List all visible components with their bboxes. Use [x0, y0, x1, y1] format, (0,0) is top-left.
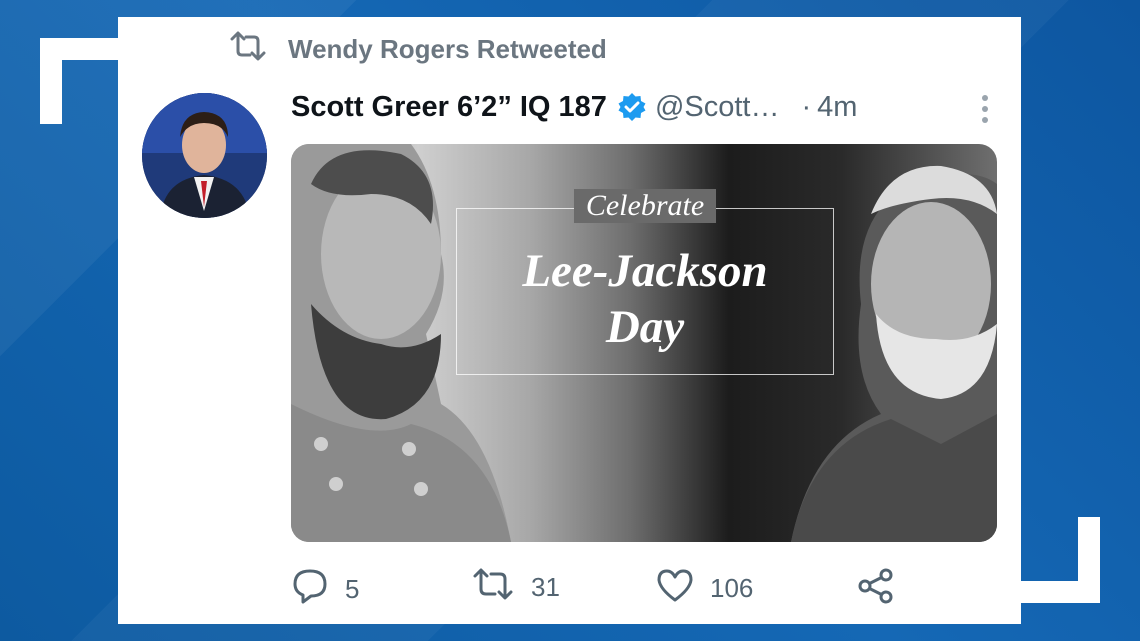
- tweet-media-image[interactable]: Celebrate Lee-Jackson Day: [291, 144, 997, 542]
- heart-icon: [656, 567, 694, 610]
- retweet-context-label[interactable]: Wendy Rogers Retweeted: [288, 34, 607, 65]
- avatar[interactable]: [142, 93, 267, 218]
- more-vertical-icon[interactable]: [979, 93, 991, 130]
- promo-celebrate-text: Celebrate: [573, 189, 717, 223]
- like-button[interactable]: 106: [656, 567, 753, 610]
- reply-icon: [291, 567, 329, 612]
- share-icon: [856, 567, 896, 612]
- tweet-header: Scott Greer 6’2” IQ 187 @Scott… · 4m: [291, 87, 991, 127]
- retweet-context: Wendy Rogers Retweeted: [228, 31, 607, 68]
- promo-title-line-1: Lee-Jackson: [522, 245, 768, 297]
- promo-frame: Celebrate Lee-Jackson Day: [456, 189, 834, 375]
- tweet-card[interactable]: Wendy Rogers Retweeted Scott Greer 6’2” …: [118, 17, 1021, 624]
- frame-corner-top-left: [40, 38, 126, 124]
- reply-count: 5: [345, 574, 360, 604]
- retweet-count: 31: [531, 572, 560, 602]
- retweet-button[interactable]: 31: [471, 567, 560, 608]
- author-handle[interactable]: @Scott…: [655, 91, 780, 124]
- tweet-actions-bar: 5 31 106: [291, 567, 931, 607]
- promo-title-line-2: Day: [605, 301, 685, 353]
- frame-corner-bottom-right: [1014, 517, 1100, 603]
- verified-badge-icon: [617, 92, 647, 122]
- retweet-icon: [228, 31, 268, 68]
- retweet-icon: [471, 567, 515, 608]
- share-button[interactable]: [856, 567, 896, 612]
- tweet-timestamp[interactable]: 4m: [817, 91, 857, 124]
- reply-button[interactable]: 5: [291, 567, 359, 612]
- separator-dot: ·: [801, 90, 812, 123]
- like-count: 106: [710, 573, 754, 603]
- author-name[interactable]: Scott Greer 6’2” IQ 187: [291, 91, 607, 124]
